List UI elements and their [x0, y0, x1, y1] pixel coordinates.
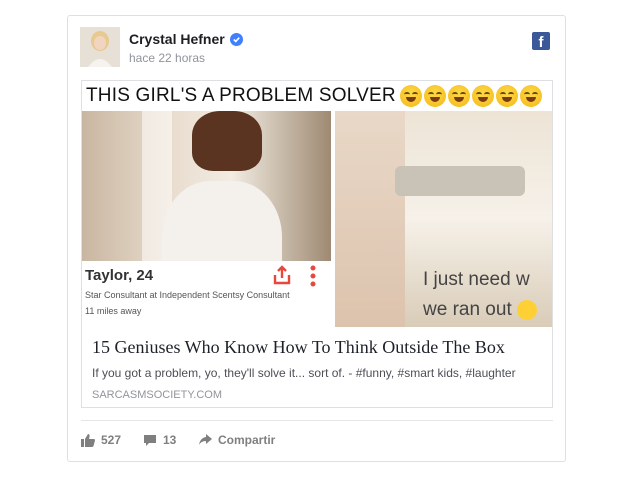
laughing-tears-emoji-icon	[423, 85, 446, 107]
sweat-smile-emoji-icon	[517, 299, 538, 320]
link-info[interactable]: 15 Geniuses Who Know How To Think Outsid…	[82, 327, 552, 407]
verified-badge-icon	[229, 32, 243, 46]
profile-distance: 11 miles away	[85, 306, 142, 316]
laughing-tears-emoji-icon	[447, 85, 470, 107]
laughing-tears-emoji-icon	[471, 85, 494, 107]
author-name-row[interactable]: Crystal Hefner	[129, 31, 243, 47]
author-name[interactable]: Crystal Hefner	[129, 31, 225, 47]
like-button[interactable]: 527	[81, 433, 121, 447]
share-label: Compartir	[218, 433, 276, 447]
facebook-icon[interactable]: f	[532, 32, 550, 50]
thumbs-up-icon	[81, 433, 95, 447]
comment-count: 13	[163, 433, 177, 447]
comment-button[interactable]: 13	[143, 433, 176, 447]
bride-photo-left: Taylor, 24 Star Consultant at Independen…	[82, 111, 331, 327]
meme-caption-row: THIS GIRL'S A PROBLEM SOLVER	[86, 85, 542, 107]
more-dots-icon	[310, 265, 316, 287]
share-arrow-icon	[199, 434, 212, 445]
profile-description: Star Consultant at Independent Scentsy C…	[85, 290, 290, 300]
meme-caption: THIS GIRL'S A PROBLEM SOLVER	[86, 85, 396, 106]
dating-profile-overlay: Taylor, 24 Star Consultant at Independen…	[82, 261, 331, 327]
post-timestamp[interactable]: hace 22 horas	[129, 51, 205, 65]
comment-icon	[144, 434, 156, 446]
meme-image: THIS GIRL'S A PROBLEM SOLVER Taylor, 24	[82, 81, 552, 327]
meme-right-line-2: we ran out	[423, 299, 512, 320]
bride-photo-right: I just need w we ran out	[335, 111, 552, 327]
profile-name: Taylor, 24	[85, 267, 154, 284]
like-count: 527	[101, 433, 122, 447]
post-card: Crystal Hefner hace 22 horas f THIS GIRL…	[67, 15, 566, 462]
link-domain: SARCASMSOCIETY.COM	[92, 389, 222, 401]
action-bar: 527 13 Compartir	[81, 420, 553, 451]
link-attachment[interactable]: THIS GIRL'S A PROBLEM SOLVER Taylor, 24	[81, 80, 553, 408]
avatar[interactable]	[80, 27, 120, 67]
meme-right-line-1: I just need w	[423, 269, 530, 290]
laughing-tears-emoji-icon	[519, 85, 542, 107]
link-description: If you got a problem, yo, they'll solve …	[92, 366, 516, 380]
link-title[interactable]: 15 Geniuses Who Know How To Think Outsid…	[92, 337, 505, 358]
laughing-tears-emoji-icon	[495, 85, 518, 107]
laughing-tears-emoji-icon	[399, 85, 422, 107]
share-button[interactable]: Compartir	[199, 433, 275, 447]
emoji-row	[399, 85, 542, 107]
meme-right-text: I just need w we ran out	[423, 265, 538, 325]
upload-share-icon	[273, 265, 291, 285]
